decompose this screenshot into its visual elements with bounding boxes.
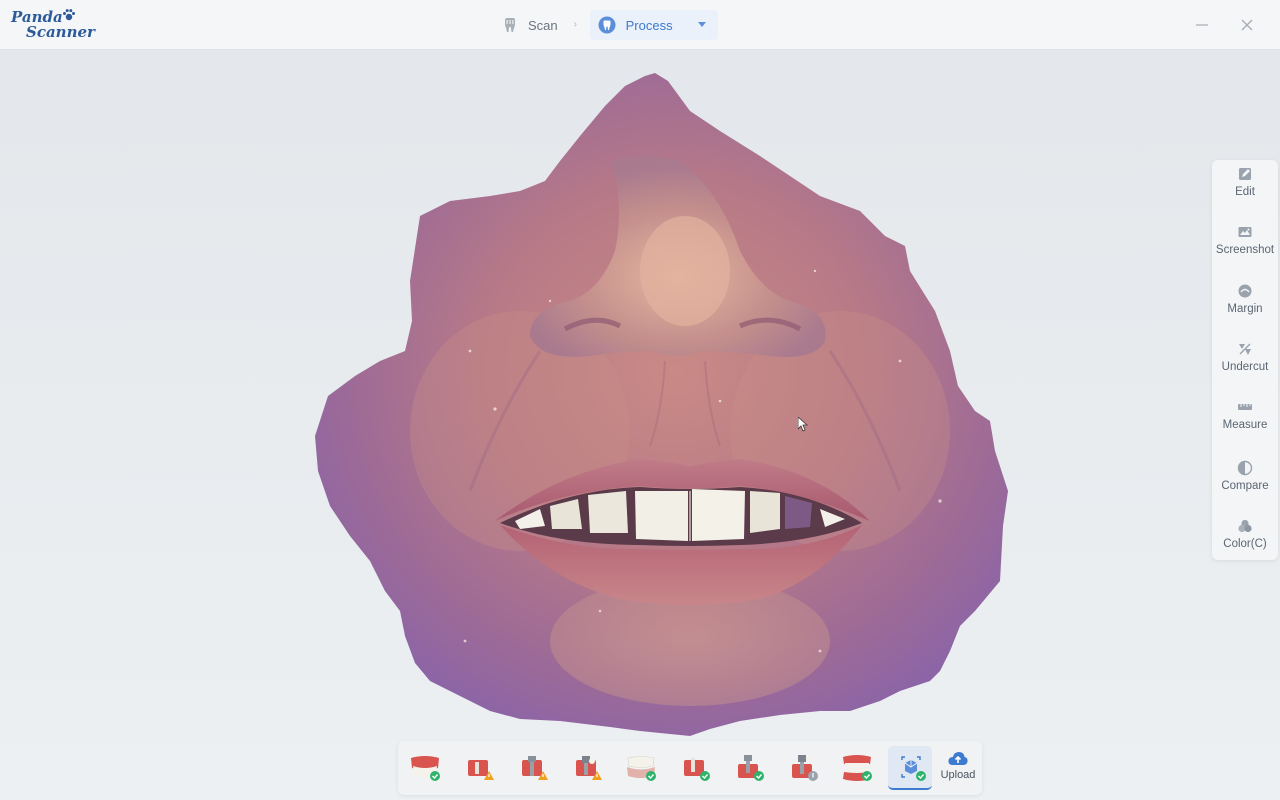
tool-margin-label: Margin bbox=[1227, 303, 1263, 315]
lower-jaw-status-ok-icon bbox=[627, 756, 656, 781]
bite-button[interactable] bbox=[834, 746, 878, 790]
upper-implant-button[interactable] bbox=[564, 746, 608, 790]
undercut-icon bbox=[1239, 343, 1251, 355]
tool-measure[interactable]: Measure bbox=[1212, 393, 1278, 449]
step-scan-label: Scan bbox=[528, 17, 558, 33]
lower-abutment-button[interactable] bbox=[672, 746, 716, 790]
face-scan-button[interactable] bbox=[888, 746, 932, 790]
upper-jaw-button[interactable] bbox=[402, 746, 446, 790]
3d-viewport[interactable] bbox=[0, 51, 1280, 800]
cloud-upload-icon bbox=[948, 752, 968, 765]
tool-compare[interactable]: Compare bbox=[1212, 454, 1278, 510]
tool-screenshot[interactable]: Screenshot bbox=[1212, 218, 1278, 274]
chevron-right-icon: › bbox=[573, 19, 577, 30]
upper-abutment-button[interactable] bbox=[456, 746, 500, 790]
tool-undercut-label: Undercut bbox=[1221, 361, 1269, 373]
bottom-toolbar: Upload bbox=[398, 741, 982, 795]
face-scan-model[interactable] bbox=[0, 51, 1280, 800]
tool-compare-label: Compare bbox=[1221, 480, 1269, 492]
lower-abutment-ok-icon bbox=[684, 758, 710, 781]
color-icon bbox=[1238, 519, 1252, 533]
margin-icon bbox=[1238, 284, 1252, 298]
tool-edit[interactable]: Edit bbox=[1212, 160, 1278, 216]
upper-jaw-status-ok-icon bbox=[411, 756, 440, 781]
workflow-steps: Scan › Process bbox=[496, 10, 718, 40]
lower-jaw-button[interactable] bbox=[618, 746, 662, 790]
logo-text-line2: Scanner bbox=[26, 23, 95, 41]
side-toolbar: Edit Screenshot Margin Undercut Measure … bbox=[1212, 160, 1278, 560]
screenshot-icon bbox=[1238, 227, 1252, 237]
mouse-cursor-icon bbox=[798, 417, 808, 432]
tool-margin[interactable]: Margin bbox=[1212, 277, 1278, 333]
app-logo: Panda Scanner bbox=[10, 8, 100, 42]
tooth-icon bbox=[505, 18, 515, 32]
step-process[interactable]: Process bbox=[589, 10, 718, 40]
lower-scanbody-ok-icon bbox=[738, 755, 764, 781]
process-tooth-icon bbox=[598, 16, 616, 34]
paw-icon bbox=[63, 9, 75, 21]
compare-icon bbox=[1237, 460, 1253, 476]
title-bar: Panda Scanner Scan › Process bbox=[0, 0, 1280, 50]
edit-icon bbox=[1239, 168, 1251, 180]
upper-abutment-warning-icon bbox=[468, 760, 494, 780]
close-icon[interactable] bbox=[1239, 17, 1255, 33]
tool-undercut[interactable]: Undercut bbox=[1212, 335, 1278, 391]
bite-status-ok-icon bbox=[843, 755, 872, 781]
step-process-label: Process bbox=[625, 17, 673, 33]
tool-measure-label: Measure bbox=[1222, 419, 1268, 431]
tool-color-label: Color(C) bbox=[1223, 538, 1267, 550]
lower-scanbody-button[interactable] bbox=[726, 746, 770, 790]
face-scan-status-ok-icon bbox=[901, 756, 926, 781]
tool-edit-label: Edit bbox=[1235, 186, 1255, 198]
upload-label: Upload bbox=[940, 769, 976, 781]
upper-scanbody-button[interactable] bbox=[510, 746, 554, 790]
ruler-icon bbox=[1238, 404, 1252, 410]
step-scan[interactable]: Scan bbox=[496, 10, 572, 40]
minimize-icon[interactable] bbox=[1194, 17, 1210, 33]
tool-screenshot-label: Screenshot bbox=[1215, 244, 1275, 256]
lower-implant-button[interactable] bbox=[780, 746, 824, 790]
upload-button[interactable]: Upload bbox=[936, 745, 980, 791]
upper-implant-warning-icon bbox=[576, 756, 602, 780]
upper-scanbody-warning-icon bbox=[522, 756, 548, 780]
chevron-down-icon[interactable] bbox=[697, 22, 706, 28]
lower-implant-info-icon bbox=[792, 755, 818, 781]
tool-color[interactable]: Color(C) bbox=[1212, 512, 1278, 568]
